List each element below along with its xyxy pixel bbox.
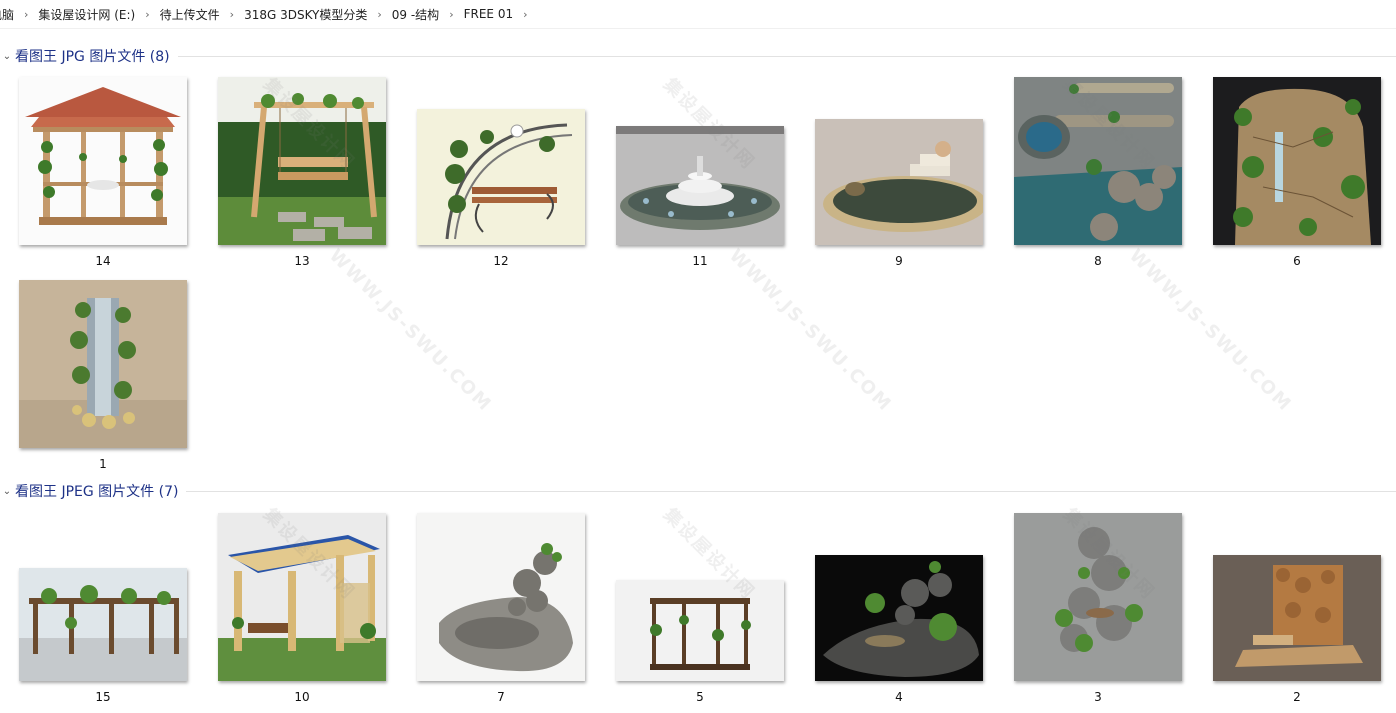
breadcrumb-item-drive[interactable]: 集设屋设计网 (E:) › <box>34 0 155 28</box>
group-title: 看图王 JPG 图片文件 (8) <box>15 49 170 65</box>
swing-pergola-image <box>218 77 386 245</box>
rock-waterfall-image <box>1213 77 1381 245</box>
breadcrumb-item-upload-folder[interactable]: 待上传文件 › <box>156 0 240 28</box>
breadcrumb-label: 09 -结构 <box>391 7 440 22</box>
thumbnail-graphic <box>1014 513 1182 681</box>
file-name: 10 <box>294 690 310 704</box>
file-name: 13 <box>294 254 310 268</box>
stone-fountain-image <box>417 513 585 681</box>
thumbnail-graphic <box>417 109 585 245</box>
file-name: 6 <box>1293 254 1301 268</box>
thumbnail-graphic <box>417 513 585 681</box>
rock-pond-image <box>1014 77 1182 245</box>
pond-fountain-image <box>815 119 983 245</box>
group-title: 看图王 JPEG 图片文件 (7) <box>15 484 179 500</box>
thumbnail-graphic <box>1014 77 1182 245</box>
breadcrumb-label: FREE 01 <box>463 7 514 21</box>
file-name: 8 <box>1094 254 1102 268</box>
square-pergola-image <box>616 580 784 681</box>
breadcrumb-label: 电脑 <box>0 7 15 22</box>
watermark: WWW.JS-SWU.COM <box>724 245 896 416</box>
water-wall-image <box>19 280 187 448</box>
file-name: 11 <box>692 254 708 268</box>
wood-pavilion-image <box>218 513 386 681</box>
thumbnail-graphic <box>19 280 187 448</box>
thumbnail-graphic <box>616 580 784 681</box>
fountain-pool-image <box>616 126 784 245</box>
thumbnail-graphic <box>815 119 983 245</box>
chevron-down-icon[interactable]: ⌄ <box>0 45 14 67</box>
file-name: 5 <box>696 690 704 704</box>
breadcrumb-label: 待上传文件 <box>159 7 220 22</box>
arch-bench-image <box>417 109 585 245</box>
thumbnail-graphic <box>815 555 983 681</box>
file-name: 12 <box>493 254 509 268</box>
file-name: 7 <box>497 690 505 704</box>
chevron-right-icon[interactable]: › <box>18 8 34 21</box>
breadcrumb-item-structure-folder[interactable]: 09 -结构 › <box>388 0 460 28</box>
file-name: 15 <box>95 690 111 704</box>
file-name: 2 <box>1293 690 1301 704</box>
thumbnail-graphic <box>19 568 187 681</box>
file-name: 3 <box>1094 690 1102 704</box>
chevron-down-icon[interactable]: ⌄ <box>0 480 14 502</box>
file-name: 4 <box>895 690 903 704</box>
thumbnail-graphic <box>1213 555 1381 681</box>
breadcrumb-item-category-folder[interactable]: 318G 3DSKY模型分类 › <box>240 0 388 28</box>
group-divider <box>186 490 1396 492</box>
file-name: 1 <box>99 457 107 471</box>
breadcrumb-label: 集设屋设计网 (E:) <box>38 7 136 22</box>
group-header-jpeg[interactable]: ⌄ 看图王 JPEG 图片文件 (7) <box>0 480 1396 502</box>
rock-planter-image <box>1014 513 1182 681</box>
thumbnail-graphic <box>218 77 386 245</box>
watermark: WWW.JS-SWU.COM <box>1124 245 1296 416</box>
rock-garden-image <box>815 555 983 681</box>
thumbnail-graphic <box>1213 77 1381 245</box>
file-name: 9 <box>895 254 903 268</box>
breadcrumb-item-computer[interactable]: 电脑 › <box>0 0 34 28</box>
thumbnail-graphic <box>19 77 187 245</box>
breadcrumb-label: 318G 3DSKY模型分类 <box>244 7 368 22</box>
long-pergola-image <box>19 568 187 681</box>
group-divider <box>177 55 1396 57</box>
file-name: 14 <box>95 254 111 268</box>
thumbnail-graphic <box>218 513 386 681</box>
group-header-jpg[interactable]: ⌄ 看图王 JPG 图片文件 (8) <box>0 45 1396 67</box>
gazebo-image <box>19 77 187 245</box>
breadcrumb-item-free01-folder[interactable]: FREE 01 › <box>460 0 534 28</box>
chevron-right-icon[interactable]: › <box>371 8 387 21</box>
chevron-right-icon[interactable]: › <box>224 8 240 21</box>
stone-fountain-wall-image <box>1213 555 1381 681</box>
chevron-right-icon[interactable]: › <box>517 8 533 21</box>
breadcrumb: 电脑 › 集设屋设计网 (E:) › 待上传文件 › 318G 3DSKY模型分… <box>0 0 1396 29</box>
chevron-right-icon[interactable]: › <box>443 8 459 21</box>
thumbnail-graphic <box>616 126 784 245</box>
watermark: WWW.JS-SWU.COM <box>324 245 496 416</box>
chevron-right-icon[interactable]: › <box>139 8 155 21</box>
